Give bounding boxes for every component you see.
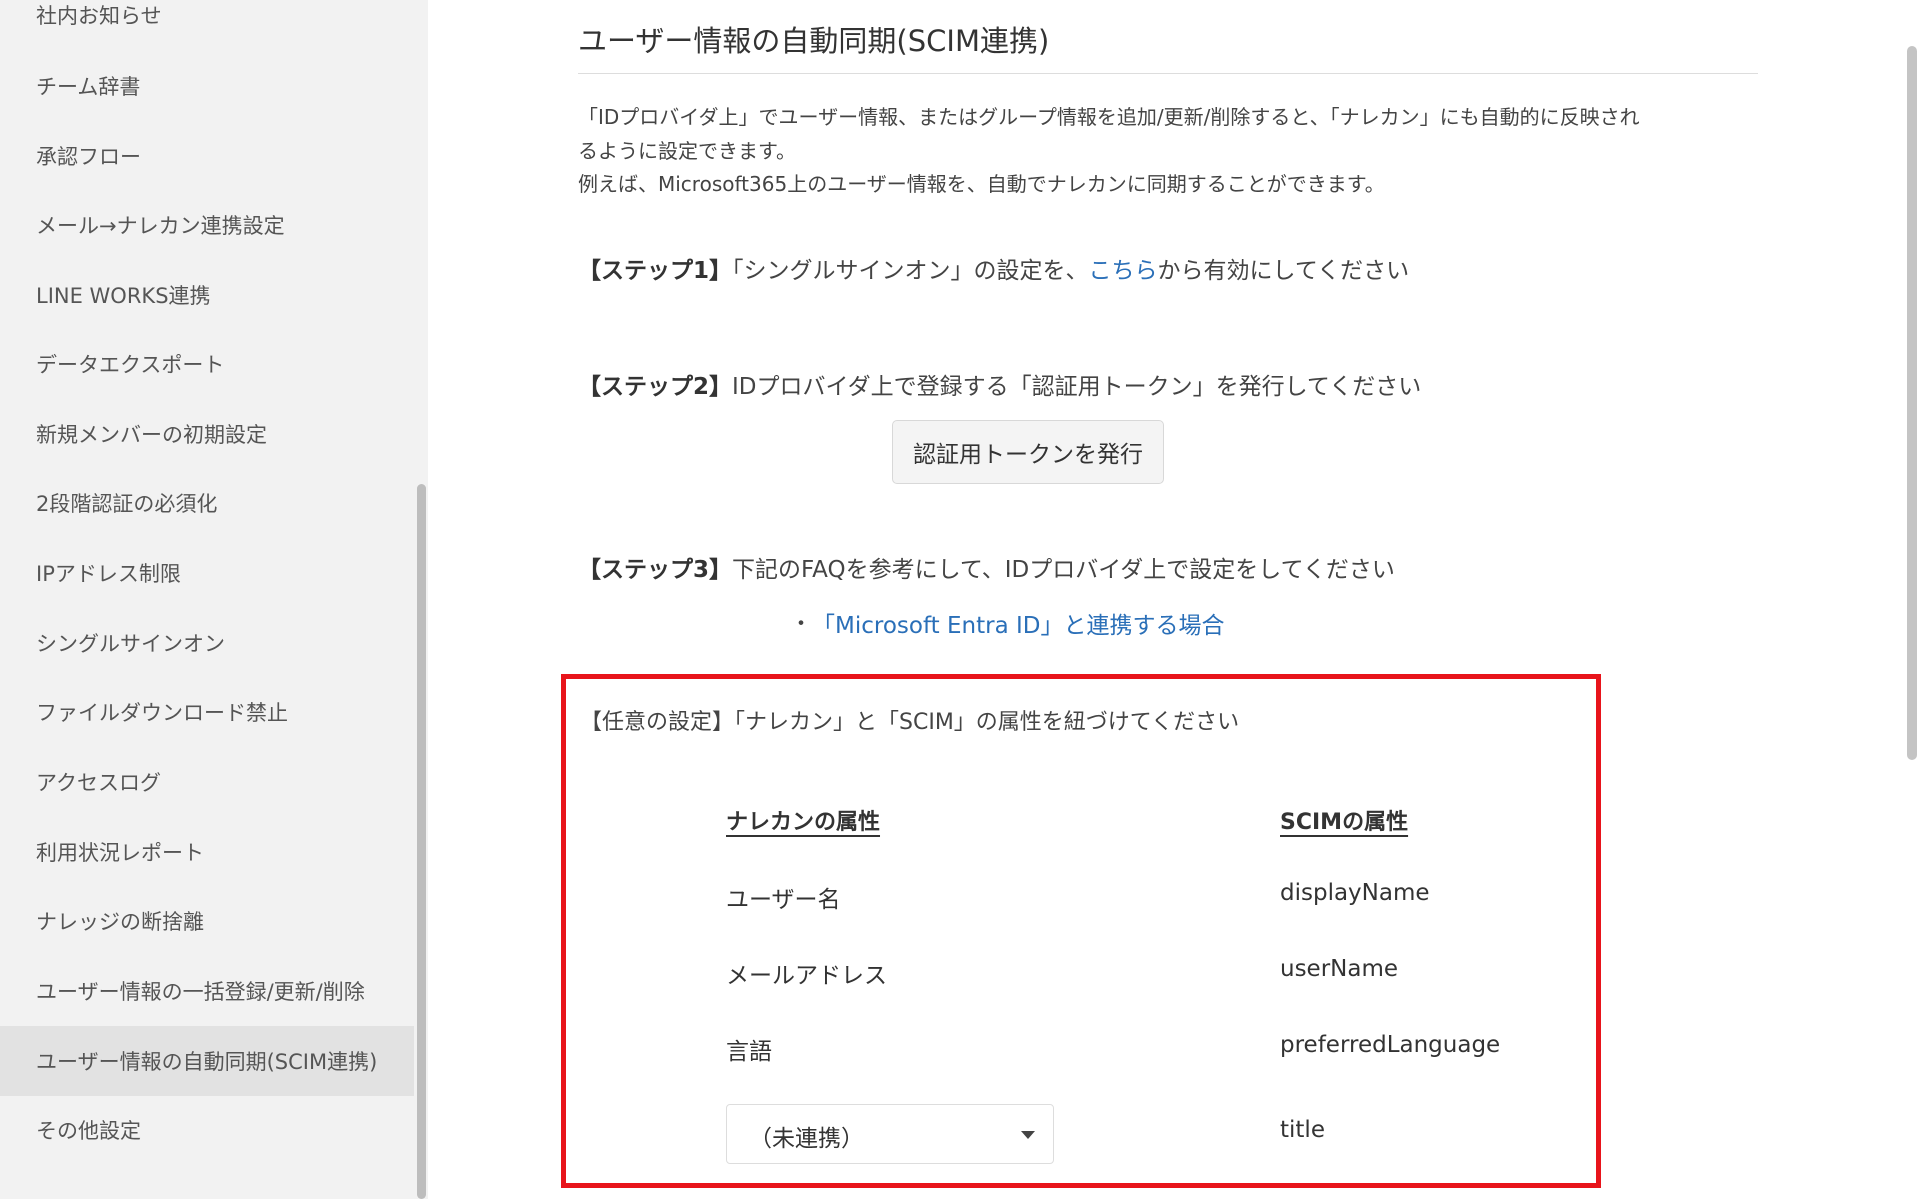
sidebar-item-other-settings[interactable]: その他設定 bbox=[0, 1095, 414, 1165]
sidebar-item-2fa-required[interactable]: 2段階認証の必須化 bbox=[0, 468, 414, 538]
step-3-text: 下記のFAQを参考にして、IDプロバイダ上で設定をしてください bbox=[732, 557, 1395, 583]
step-2-label: 【ステップ2】 bbox=[578, 374, 733, 400]
step-1-label: 【ステップ1】 bbox=[578, 258, 733, 284]
step-1: 【ステップ1】「シングルサインオン」の設定を、こちらから有効にしてください bbox=[578, 251, 1409, 285]
sidebar-item-scim-sync[interactable]: ユーザー情報の自動同期(SCIM連携) bbox=[0, 1026, 414, 1096]
sidebar-item-usage-report[interactable]: 利用状況レポート bbox=[0, 817, 414, 887]
sidebar-item-company-news[interactable]: 社内お知らせ bbox=[0, 0, 414, 50]
narekan-attribute-language: 言語 bbox=[726, 1039, 772, 1065]
scim-attribute-preferredlanguage: preferredLanguage bbox=[1280, 1032, 1501, 1058]
step-2: 【ステップ2】IDプロバイダ上で登録する「認証用トークン」を発行してください bbox=[578, 367, 1421, 401]
sidebar-item-knowledge-cleanup[interactable]: ナレッジの断捨離 bbox=[0, 886, 414, 956]
scim-attribute-username: userName bbox=[1280, 956, 1399, 982]
sidebar-item-approval-flow[interactable]: 承認フロー bbox=[0, 121, 414, 191]
sidebar-item-sso[interactable]: シングルサインオン bbox=[0, 608, 414, 678]
step-3-label: 【ステップ3】 bbox=[578, 557, 733, 583]
page-scrollbar[interactable] bbox=[1907, 46, 1917, 760]
sidebar-item-line-works[interactable]: LINE WORKS連携 bbox=[0, 260, 414, 330]
step-1-text-before: 「シングルサインオン」の設定を、 bbox=[732, 258, 1089, 284]
title-divider bbox=[578, 73, 1758, 74]
step-2-text: IDプロバイダ上で登録する「認証用トークン」を発行してください bbox=[732, 374, 1422, 400]
scim-attribute-header: SCIMの属性 bbox=[1280, 810, 1409, 835]
description-line-2: るように設定できます。 bbox=[578, 139, 796, 163]
narekan-attribute-email: メールアドレス bbox=[726, 963, 887, 989]
step-3: 【ステップ3】下記のFAQを参考にして、IDプロバイダ上で設定をしてください bbox=[578, 550, 1395, 584]
sidebar-item-team-dictionary[interactable]: チーム辞書 bbox=[0, 51, 414, 121]
scim-attribute-title: title bbox=[1280, 1117, 1325, 1143]
issue-auth-token-button[interactable]: 認証用トークンを発行 bbox=[892, 420, 1164, 484]
description-line-1: 「IDプロバイダ上」でユーザー情報、またはグループ情報を追加/更新/削除すると、… bbox=[578, 105, 1640, 129]
sidebar-item-access-log[interactable]: アクセスログ bbox=[0, 747, 414, 817]
sidebar-item-download-block[interactable]: ファイルダウンロード禁止 bbox=[0, 677, 414, 747]
entra-id-faq-link[interactable]: 「Microsoft Entra ID」と連携する場合 bbox=[812, 606, 1224, 640]
caret-down-icon bbox=[1021, 1131, 1035, 1139]
page-title: ユーザー情報の自動同期(SCIM連携) bbox=[578, 24, 1050, 58]
sidebar-item-mail-integration[interactable]: メール→ナレカン連携設定 bbox=[0, 190, 414, 260]
sidebar-item-bulk-user-update[interactable]: ユーザー情報の一括登録/更新/削除 bbox=[0, 956, 414, 1026]
optional-settings-title: 【任意の設定】「ナレカン」と「SCIM」の属性を紐づけてください bbox=[580, 710, 1240, 735]
sidebar-item-ip-restriction[interactable]: IPアドレス制限 bbox=[0, 538, 414, 608]
sidebar-scrollbar[interactable] bbox=[417, 484, 426, 1199]
settings-sidebar: 社内お知らせ チーム辞書 承認フロー メール→ナレカン連携設定 LINE WOR… bbox=[0, 0, 428, 1199]
step-1-text-after: から有効にしてください bbox=[1157, 258, 1410, 284]
narekan-attribute-select[interactable]: （未連携） bbox=[726, 1104, 1054, 1164]
scim-attribute-displayname: displayName bbox=[1280, 880, 1430, 906]
description-line-3: 例えば、Microsoft365上のユーザー情報を、自動でナレカンに同期すること… bbox=[578, 172, 1385, 196]
faq-bullet: ・ bbox=[790, 612, 813, 637]
attribute-mapping-highlight bbox=[561, 674, 1601, 1188]
sso-settings-link[interactable]: こちら bbox=[1089, 258, 1158, 284]
select-current-value: （未連携） bbox=[749, 1126, 864, 1152]
sidebar-item-new-member-defaults[interactable]: 新規メンバーの初期設定 bbox=[0, 399, 414, 469]
sidebar-item-data-export[interactable]: データエクスポート bbox=[0, 329, 414, 399]
narekan-attribute-username: ユーザー名 bbox=[726, 887, 841, 913]
narekan-attribute-header: ナレカンの属性 bbox=[726, 810, 881, 835]
